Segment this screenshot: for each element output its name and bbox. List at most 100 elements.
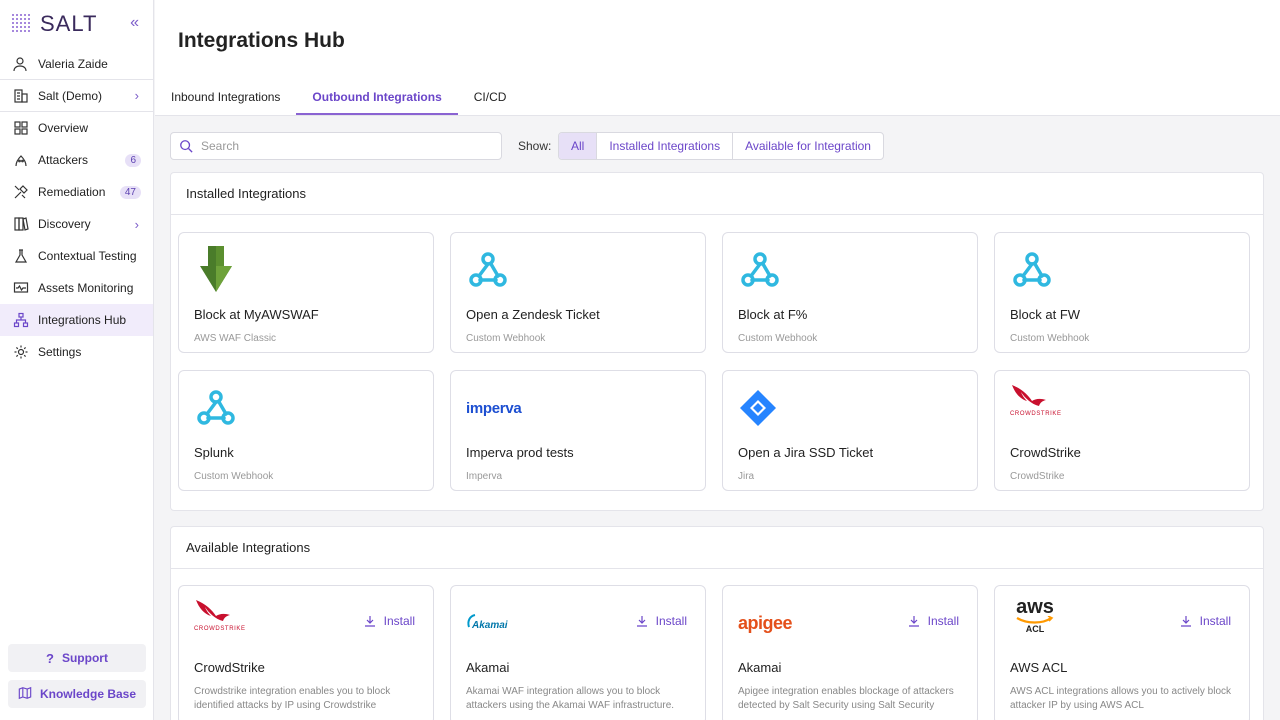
sidebar-item-label: Attackers xyxy=(38,153,89,167)
card-description: Crowdstrike integration enables you to b… xyxy=(194,686,391,711)
filter-segmented-control: All Installed Integrations Available for… xyxy=(558,132,884,160)
page-title: Integrations Hub xyxy=(178,29,345,52)
card-type: Imperva xyxy=(466,471,503,482)
card-type: Jira xyxy=(738,471,755,482)
integration-card[interactable]: CROWDSTRIKE CrowdStrike CrowdStrike xyxy=(994,370,1250,491)
sidebar-item-assets-monitoring[interactable]: Assets Monitoring xyxy=(0,272,153,304)
user-name: Valeria Zaide xyxy=(38,56,108,71)
card-description: Akamai WAF integration allows you to blo… xyxy=(466,686,675,711)
webhook-icon xyxy=(466,245,518,295)
sidebar-item-attackers[interactable]: Attackers 6 xyxy=(0,144,153,176)
double-chevron-left-icon[interactable]: « xyxy=(130,14,139,32)
search-input[interactable]: Search xyxy=(170,132,502,160)
card-type: AWS WAF Classic xyxy=(194,333,277,344)
integration-card[interactable]: Block at MyAWSWAF AWS WAF Classic xyxy=(178,232,434,353)
filter-available[interactable]: Available for Integration xyxy=(733,133,883,159)
logo[interactable]: SALT « xyxy=(0,0,153,48)
integration-card[interactable]: aws ACL Install AWS ACL AWS ACL integrat… xyxy=(994,585,1250,720)
knowledge-base-button[interactable]: Knowledge Base xyxy=(8,680,146,708)
salt-logo-icon xyxy=(12,14,32,34)
card-title: Akamai xyxy=(738,660,782,675)
filter-installed[interactable]: Installed Integrations xyxy=(597,133,734,159)
map-icon xyxy=(18,686,32,703)
logo-text: SALT xyxy=(40,11,98,36)
webhook-icon xyxy=(738,245,790,295)
integration-card[interactable]: Open a Zendesk Ticket Custom Webhook xyxy=(450,232,706,353)
card-title: Open a Zendesk Ticket xyxy=(466,307,600,322)
flask-icon xyxy=(12,247,30,265)
integration-card[interactable]: Block at FW Custom Webhook xyxy=(994,232,1250,353)
sidebar-item-overview[interactable]: Overview xyxy=(0,112,153,144)
install-label: Install xyxy=(655,614,687,628)
card-title: Block at MyAWSWAF xyxy=(194,307,319,322)
akamai-logo: Akamai xyxy=(466,598,518,648)
integration-card[interactable]: apigee Install Akamai Apigee integration… xyxy=(722,585,978,720)
sidebar-item-label: Settings xyxy=(38,345,82,359)
card-type: Custom Webhook xyxy=(738,333,818,344)
support-button[interactable]: ? Support xyxy=(8,644,146,672)
sidebar-item-label: Remediation xyxy=(38,185,106,199)
monitor-icon xyxy=(12,279,30,297)
integration-card[interactable]: Akamai Install Akamai Akamai WAF integra… xyxy=(450,585,706,720)
card-title: CrowdStrike xyxy=(1010,445,1081,460)
integration-card[interactable]: Block at F% Custom Webhook xyxy=(722,232,978,353)
aws-logo-sub: ACL xyxy=(1025,624,1045,634)
hacker-icon xyxy=(12,151,30,169)
support-label: Support xyxy=(61,651,108,665)
sidebar-item-remediation[interactable]: Remediation 47 xyxy=(0,176,153,208)
card-type: Custom Webhook xyxy=(194,471,274,482)
integration-card[interactable]: imperva Imperva prod tests Imperva xyxy=(450,370,706,491)
integration-card[interactable]: Splunk Custom Webhook xyxy=(178,370,434,491)
main-content: Search Show: All Installed Integrations … xyxy=(155,117,1280,720)
imperva-logo-text: imperva xyxy=(466,399,522,417)
integration-card[interactable]: CROWDSTRIKE Install CrowdStrike Crowdstr… xyxy=(178,585,434,720)
akamai-logo-text: Akamai xyxy=(471,620,508,631)
install-button[interactable]: Install xyxy=(364,614,415,628)
sidebar-item-settings[interactable]: Settings xyxy=(0,336,153,368)
sidebar-item-label: Overview xyxy=(38,121,89,135)
install-button[interactable]: Install xyxy=(1180,614,1231,628)
book-icon xyxy=(12,215,30,233)
count-badge: 6 xyxy=(125,153,141,167)
filter-label: Show: xyxy=(518,139,552,153)
install-label: Install xyxy=(927,614,959,628)
tab-inbound-integrations[interactable]: Inbound Integrations xyxy=(155,80,296,115)
integration-card[interactable]: Open a Jira SSD Ticket Jira xyxy=(722,370,978,491)
user-menu[interactable]: Valeria Zaide xyxy=(0,48,153,80)
install-button[interactable]: Install xyxy=(908,614,959,628)
filter-all[interactable]: All xyxy=(559,133,598,159)
sidebar-item-contextual-testing[interactable]: Contextual Testing xyxy=(0,240,153,272)
knowledge-base-label: Knowledge Base xyxy=(39,687,137,701)
tab-outbound-integrations[interactable]: Outbound Integrations xyxy=(296,80,458,115)
org-selector[interactable]: Salt (Demo) › xyxy=(0,80,153,112)
chevron-right-icon: › xyxy=(134,88,139,103)
crowdstrike-logo-text: CROWDSTRIKE xyxy=(1010,411,1062,417)
card-title: Akamai xyxy=(466,660,510,675)
sidebar-item-integrations-hub[interactable]: Integrations Hub xyxy=(0,304,153,336)
gear-icon xyxy=(12,343,30,361)
aws-smile-icon xyxy=(1016,616,1054,624)
sidebar-item-label: Contextual Testing xyxy=(38,249,137,263)
sidebar-item-discovery[interactable]: Discovery › xyxy=(0,208,153,240)
download-icon xyxy=(908,616,919,627)
search-placeholder: Search xyxy=(201,139,240,153)
download-icon xyxy=(364,616,375,627)
user-icon xyxy=(12,56,30,72)
crowdstrike-logo-text: CROWDSTRIKE xyxy=(194,626,246,632)
card-title: AWS ACL xyxy=(1010,660,1068,675)
card-title: Splunk xyxy=(194,445,234,460)
card-title: CrowdStrike xyxy=(194,660,265,675)
org-name: Salt (Demo) xyxy=(38,88,103,103)
tab-cicd[interactable]: CI/CD xyxy=(458,80,523,115)
count-badge: 47 xyxy=(119,185,141,199)
sidebar-item-label: Discovery xyxy=(38,217,91,231)
webhook-icon xyxy=(1010,245,1062,295)
install-button[interactable]: Install xyxy=(636,614,687,628)
section-title: Installed Integrations xyxy=(171,173,1263,215)
tools-icon xyxy=(12,183,30,201)
webhook-icon xyxy=(194,383,246,433)
card-title: Imperva prod tests xyxy=(466,445,574,460)
search-icon xyxy=(180,140,193,153)
sidebar-item-label: Assets Monitoring xyxy=(38,281,134,295)
page-header: Integrations Hub Inbound Integrations Ou… xyxy=(155,0,1280,116)
